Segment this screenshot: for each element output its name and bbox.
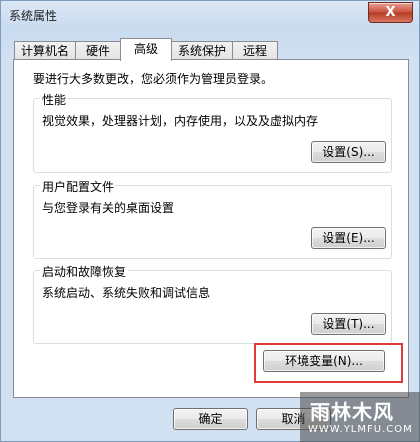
user-profiles-description: 与您登录有关的桌面设置	[42, 201, 175, 215]
tab-system-protection[interactable]: 系统保护	[171, 41, 233, 60]
window-title: 系统属性	[9, 9, 58, 23]
watermark-logo: 雨林木风 WWW.YLMFU.COM	[300, 392, 420, 442]
startup-recovery-group: 启动和故障恢复 系统启动、系统失败和调试信息 设置(T)...	[33, 263, 392, 344]
system-properties-window: 系统属性 X 计算机名 硬件 高级 系统保护 远程 要进行大多数更改，您必须作为…	[0, 0, 420, 442]
user-profiles-title: 用户配置文件	[40, 178, 117, 195]
user-profiles-settings-button[interactable]: 设置(E)...	[311, 227, 386, 249]
advanced-panel: 要进行大多数更改，您必须作为管理员登录。 性能 视觉效果，处理器计划，内存使用，…	[13, 59, 409, 398]
user-profiles-group: 用户配置文件 与您登录有关的桌面设置 设置(E)...	[33, 178, 392, 259]
performance-description: 视觉效果，处理器计划，内存使用，以及及虚拟内存	[42, 114, 319, 128]
environment-variables-button[interactable]: 环境变量(N)...	[263, 350, 385, 372]
admin-note: 要进行大多数更改，您必须作为管理员登录。	[33, 72, 274, 86]
tab-advanced[interactable]: 高级	[120, 38, 172, 61]
watermark-url: WWW.YLMFU.COM	[308, 424, 413, 435]
performance-group: 性能 视觉效果，处理器计划，内存使用，以及及虚拟内存 设置(S)...	[33, 91, 392, 173]
tab-computer-name[interactable]: 计算机名	[14, 41, 76, 60]
startup-recovery-description: 系统启动、系统失败和调试信息	[42, 286, 211, 300]
close-button[interactable]: X	[368, 2, 413, 23]
title-bar[interactable]: 系统属性 X	[1, 1, 419, 29]
ok-button[interactable]: 确定	[173, 408, 248, 430]
tab-remote[interactable]: 远程	[232, 41, 278, 60]
startup-recovery-settings-button[interactable]: 设置(T)...	[311, 313, 386, 335]
tab-hardware[interactable]: 硬件	[75, 41, 121, 60]
close-icon: X	[385, 5, 396, 20]
performance-settings-button[interactable]: 设置(S)...	[311, 141, 386, 163]
startup-recovery-title: 启动和故障恢复	[40, 263, 129, 280]
performance-title: 性能	[40, 91, 69, 108]
watermark-text: 雨林木风	[310, 400, 394, 424]
